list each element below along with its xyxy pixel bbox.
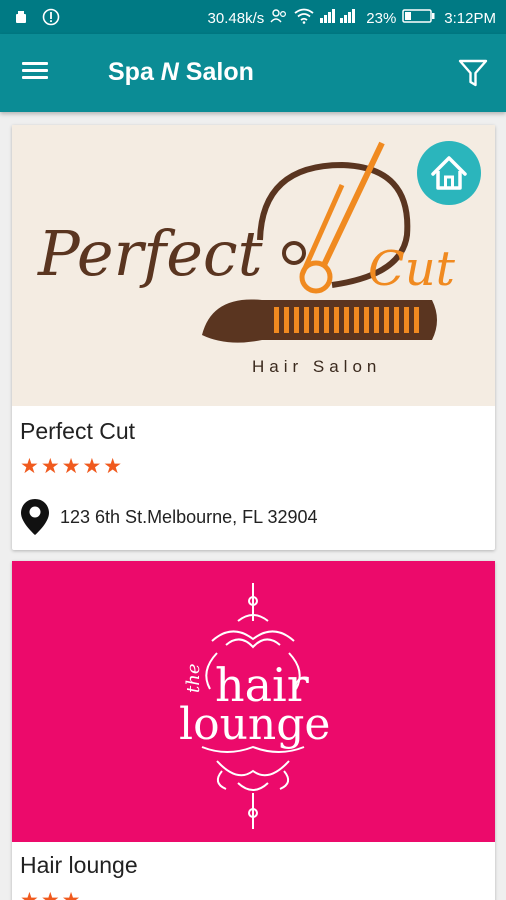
hamburger-line [22, 76, 48, 79]
android-notification-icon [14, 10, 28, 28]
contacts-icon [270, 9, 288, 27]
address-text: 123 6th St.Melbourne, FL 32904 [60, 506, 318, 527]
network-speed: 30.48k/s [207, 9, 265, 27]
salon-address[interactable]: 123 6th St.Melbourne, FL 32904 [20, 498, 318, 536]
wifi-icon [294, 8, 314, 28]
battery-percent: 23% [366, 9, 397, 27]
salon-card-hair-lounge[interactable]: the hair lounge Hair lounge ★★★ [12, 561, 495, 900]
logo-line3: lounge [179, 699, 330, 750]
clock: 3:12PM [444, 9, 496, 27]
home-service-badge[interactable] [417, 141, 481, 205]
hair-lounge-logo: the hair lounge [179, 583, 330, 829]
app-bar: Spa N Salon [0, 34, 506, 112]
salon-card-perfect-cut[interactable]: Perfect Cut Hair Salon Perfect Cut ★★★★★… [12, 125, 495, 550]
location-pin-icon [21, 499, 49, 535]
title-n: N [160, 58, 179, 86]
status-bar: 30.48k/s 23% 3:12PM [0, 0, 506, 34]
info-icon [42, 8, 60, 30]
salon-list: Perfect Cut Hair Salon Perfect Cut ★★★★★… [0, 112, 506, 900]
battery-icon [402, 9, 438, 27]
title-part-1: Spa [108, 58, 161, 86]
app-title: Spa N Salon [108, 58, 254, 87]
salon-name: Hair lounge [20, 852, 138, 878]
salon-logo-hair-lounge: the hair lounge [12, 561, 495, 842]
filter-icon [458, 59, 488, 87]
filter-button[interactable] [456, 56, 490, 90]
menu-button[interactable] [22, 58, 56, 88]
logo-line1: the [183, 664, 204, 693]
salon-logo-perfect-cut: Perfect Cut Hair Salon [12, 125, 495, 406]
rating-stars: ★★★★★ [20, 455, 125, 478]
rating-stars: ★★★ [20, 888, 82, 900]
hamburger-menu-icon [22, 62, 48, 65]
logo-script-text: Perfect [37, 217, 263, 290]
signal-strength-icon [320, 9, 360, 27]
logo-tagline: Hair Salon [252, 357, 381, 376]
hamburger-line [22, 69, 48, 72]
salon-name: Perfect Cut [20, 418, 136, 444]
title-part-2: Salon [178, 58, 254, 86]
home-icon [431, 156, 467, 190]
logo-accent-text: Cut [368, 241, 456, 297]
